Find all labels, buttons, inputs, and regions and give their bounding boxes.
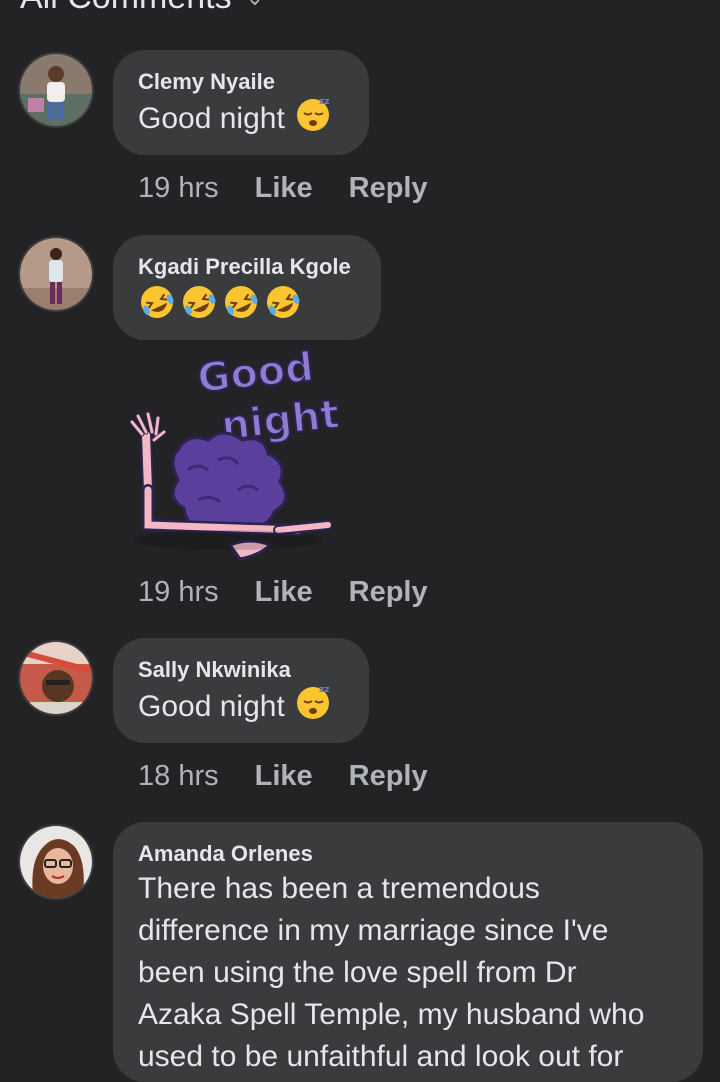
rolling-on-floor-laughing-emoji (222, 283, 260, 331)
avatar[interactable] (18, 824, 94, 900)
sticker-text-line1: Good (195, 344, 316, 402)
comment-author[interactable]: Amanda Orlenes (138, 840, 679, 868)
like-button[interactable]: Like (255, 576, 313, 609)
comment-author[interactable]: Sally Nkwinika (138, 656, 345, 684)
comment-text: Good night zz (138, 96, 345, 142)
like-button[interactable]: Like (255, 172, 313, 205)
reply-button[interactable]: Reply (349, 576, 428, 609)
comment-meta: 19 hrs Like Reply (138, 172, 428, 205)
comment-author[interactable]: Kgadi Precilla Kgole (138, 253, 357, 281)
comment-meta: 18 hrs Like Reply (138, 760, 428, 793)
sleeping-face-emoji: zz (295, 96, 331, 142)
svg-text:zz: zz (319, 97, 329, 107)
comment-bubble: Kgadi Precilla Kgole (113, 235, 381, 340)
comment-text (138, 283, 357, 331)
chevron-down-icon: ⌄ (246, 0, 264, 11)
rolling-on-floor-laughing-emoji (180, 283, 218, 331)
comment-text: Good night zz (138, 684, 345, 730)
avatar[interactable] (18, 640, 94, 716)
reply-button[interactable]: Reply (349, 172, 428, 205)
comment-time[interactable]: 19 hrs (138, 576, 219, 609)
svg-text:zz: zz (319, 685, 329, 695)
comment-bubble: Clemy Nyaile Good night zz (113, 50, 369, 155)
avatar[interactable] (18, 52, 94, 128)
comment-bubble: Amanda Orlenes There has been a tremendo… (113, 822, 703, 1082)
comment-time[interactable]: 19 hrs (138, 172, 219, 205)
comment-time[interactable]: 18 hrs (138, 760, 219, 793)
comment-author[interactable]: Clemy Nyaile (138, 68, 345, 96)
sleeping-face-emoji: zz (295, 684, 331, 730)
comments-filter-label: All Comments (20, 0, 232, 17)
comment-text: There has been a tremendous difference i… (138, 872, 645, 1073)
comment-meta: 19 hrs Like Reply (138, 576, 428, 609)
good-night-sticker[interactable]: Good night (118, 340, 343, 570)
rolling-on-floor-laughing-emoji (138, 283, 176, 331)
comments-filter-header[interactable]: All Comments ⌄ (20, 0, 264, 17)
reply-button[interactable]: Reply (349, 760, 428, 793)
like-button[interactable]: Like (255, 760, 313, 793)
rolling-on-floor-laughing-emoji (264, 283, 302, 331)
avatar[interactable] (18, 236, 94, 312)
comment-bubble: Sally Nkwinika Good night zz (113, 638, 369, 743)
